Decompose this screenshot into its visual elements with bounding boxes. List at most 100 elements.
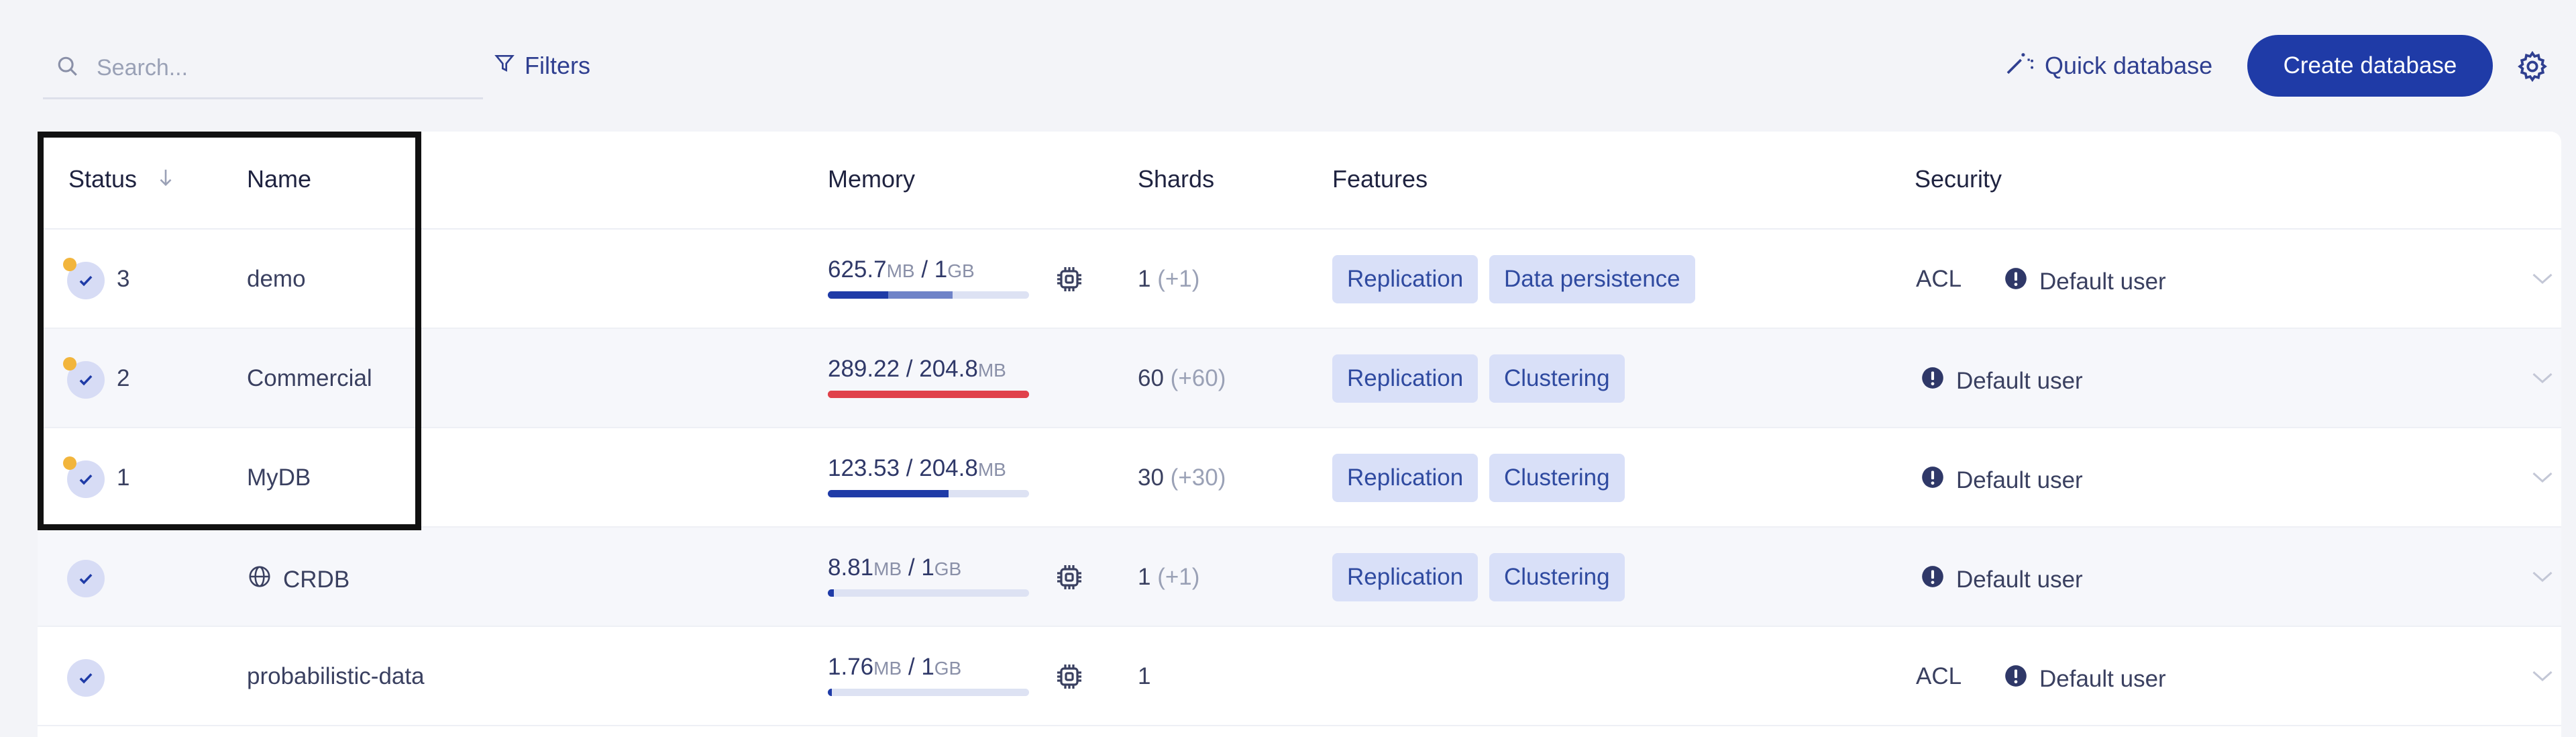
shards-count: 1 xyxy=(1138,663,1150,690)
table-row[interactable]: 1 MyDB 123.53 / 204.8MB 30 (+30) Replica… xyxy=(38,428,2561,528)
status-count: 1 xyxy=(117,464,130,491)
memory-bar-fill xyxy=(828,689,832,696)
table-row[interactable]: CRDB 8.81MB / 1GB 1 (+1) Replication Clu… xyxy=(38,528,2561,627)
memory-text: 8.81MB / 1GB xyxy=(828,554,1029,581)
memory-limit-unit: GB xyxy=(947,260,975,281)
status-column-header[interactable]: Status xyxy=(68,165,174,193)
filters-button[interactable]: Filters xyxy=(494,47,590,85)
shards-extra: (+1) xyxy=(1157,266,1200,292)
feature-tag: Clustering xyxy=(1489,354,1625,403)
memory-used-unit: MB xyxy=(873,558,902,579)
info-icon xyxy=(2003,266,2029,297)
memory-separator: / xyxy=(914,256,934,283)
settings-button[interactable] xyxy=(2516,50,2549,83)
chevron-down-icon[interactable] xyxy=(2530,567,2555,587)
warning-dot xyxy=(63,456,76,470)
status-indicator xyxy=(63,456,105,498)
shards-extra: (+1) xyxy=(1157,564,1200,590)
create-database-button[interactable]: Create database xyxy=(2247,35,2493,97)
database-name[interactable]: Commercial xyxy=(247,365,372,392)
security-column-header: Security xyxy=(1915,165,2002,193)
shards-value: 1 xyxy=(1138,564,1151,590)
shards-count: 1 (+1) xyxy=(1138,266,1199,293)
database-name[interactable]: probabilistic-data xyxy=(247,663,425,690)
database-name-label: CRDB xyxy=(283,566,350,593)
shards-value: 1 xyxy=(1138,663,1151,689)
search-input[interactable] xyxy=(97,55,472,81)
databases-table: Status Name Memory Shards Features Secur… xyxy=(38,132,2561,737)
filters-label: Filters xyxy=(525,52,590,79)
table-header: Status Name Memory Shards Features Secur… xyxy=(38,132,2561,230)
database-name[interactable]: CRDB xyxy=(247,564,350,595)
gear-icon xyxy=(2516,50,2549,86)
memory-used: 289.22 xyxy=(828,356,900,382)
acl-label: ACL xyxy=(1916,663,1962,689)
shards-extra: (+60) xyxy=(1170,365,1226,391)
cpu-chip-icon[interactable] xyxy=(1053,561,1085,593)
chevron-down-icon[interactable] xyxy=(2530,368,2555,388)
status-indicator xyxy=(63,357,105,399)
check-icon xyxy=(67,659,105,697)
memory-limit-unit: GB xyxy=(934,658,962,679)
database-name[interactable]: demo xyxy=(247,266,306,293)
quick-database-label: Quick database xyxy=(2045,52,2213,79)
database-name-label: MyDB xyxy=(247,464,311,491)
memory-text: 625.7MB / 1GB xyxy=(828,256,1029,283)
memory-limit: 204.8 xyxy=(919,356,978,382)
database-name[interactable]: MyDB xyxy=(247,464,311,491)
status-count: 3 xyxy=(117,266,130,292)
security-default-user: Default user xyxy=(1920,464,2083,496)
shards-column-header[interactable]: Shards xyxy=(1138,165,1214,193)
security-default-user: Default user xyxy=(2003,663,2166,695)
cpu-chip-icon[interactable] xyxy=(1053,660,1085,693)
memory-limit-unit: GB xyxy=(934,558,962,579)
info-icon xyxy=(1920,365,1945,397)
database-name-label: demo xyxy=(247,266,306,292)
memory-separator: / xyxy=(902,654,922,680)
memory-bar xyxy=(828,589,1029,597)
feature-tag: Replication xyxy=(1332,354,1479,403)
memory-bar-fill xyxy=(828,291,888,299)
name-column-header[interactable]: Name xyxy=(247,165,311,193)
memory-separator: / xyxy=(902,554,922,581)
cpu-chip-icon[interactable] xyxy=(1053,263,1085,295)
table-row[interactable]: probabilistic-data 1.76MB / 1GB 1 ACL De… xyxy=(38,627,2561,726)
feature-tag: Replication xyxy=(1332,454,1479,502)
magic-wand-icon xyxy=(2004,50,2035,83)
sort-arrow-icon[interactable] xyxy=(157,165,174,193)
memory-limit-unit: MB xyxy=(977,360,1006,381)
chevron-down-icon[interactable] xyxy=(2530,666,2555,686)
memory-limit: 1 xyxy=(934,256,948,283)
chevron-down-icon[interactable] xyxy=(2530,467,2555,487)
table-row[interactable]: 3 demo 625.7MB / 1GB 1 (+1) Replication … xyxy=(38,230,2561,329)
feature-tag: Replication xyxy=(1332,553,1479,601)
shards-count: 1 (+1) xyxy=(1138,564,1199,591)
table-row[interactable]: 2 Commercial 289.22 / 204.8MB 60 (+60) R… xyxy=(38,329,2561,428)
search-box[interactable] xyxy=(43,39,483,99)
memory-bar-fill xyxy=(828,490,949,497)
status-header-label: Status xyxy=(68,165,138,193)
shards-count: 30 (+30) xyxy=(1138,464,1226,491)
security-label: Default user xyxy=(1956,566,2083,593)
feature-tag: Clustering xyxy=(1489,553,1625,601)
status-indicator xyxy=(67,659,105,697)
memory-usage: 1.76MB / 1GB xyxy=(828,654,1029,696)
status-indicator xyxy=(67,560,105,597)
chevron-down-icon[interactable] xyxy=(2530,268,2555,289)
memory-limit-unit: MB xyxy=(977,459,1006,480)
warning-dot xyxy=(63,357,76,371)
memory-column-header[interactable]: Memory xyxy=(828,165,915,193)
security-default-user: Default user xyxy=(2003,266,2166,297)
quick-database-button[interactable]: Quick database xyxy=(2004,47,2212,85)
memory-used-unit: MB xyxy=(886,260,915,281)
shards-extra: (+30) xyxy=(1170,464,1226,491)
memory-bar-fill xyxy=(828,391,1029,398)
memory-usage: 8.81MB / 1GB xyxy=(828,554,1029,597)
memory-bar xyxy=(828,391,1029,398)
memory-limit: 204.8 xyxy=(919,455,978,481)
memory-usage: 289.22 / 204.8MB xyxy=(828,356,1029,398)
memory-used: 8.81 xyxy=(828,554,874,581)
shards-value: 1 xyxy=(1138,266,1151,292)
status-count: 2 xyxy=(117,365,130,391)
features-column-header: Features xyxy=(1332,165,1428,193)
